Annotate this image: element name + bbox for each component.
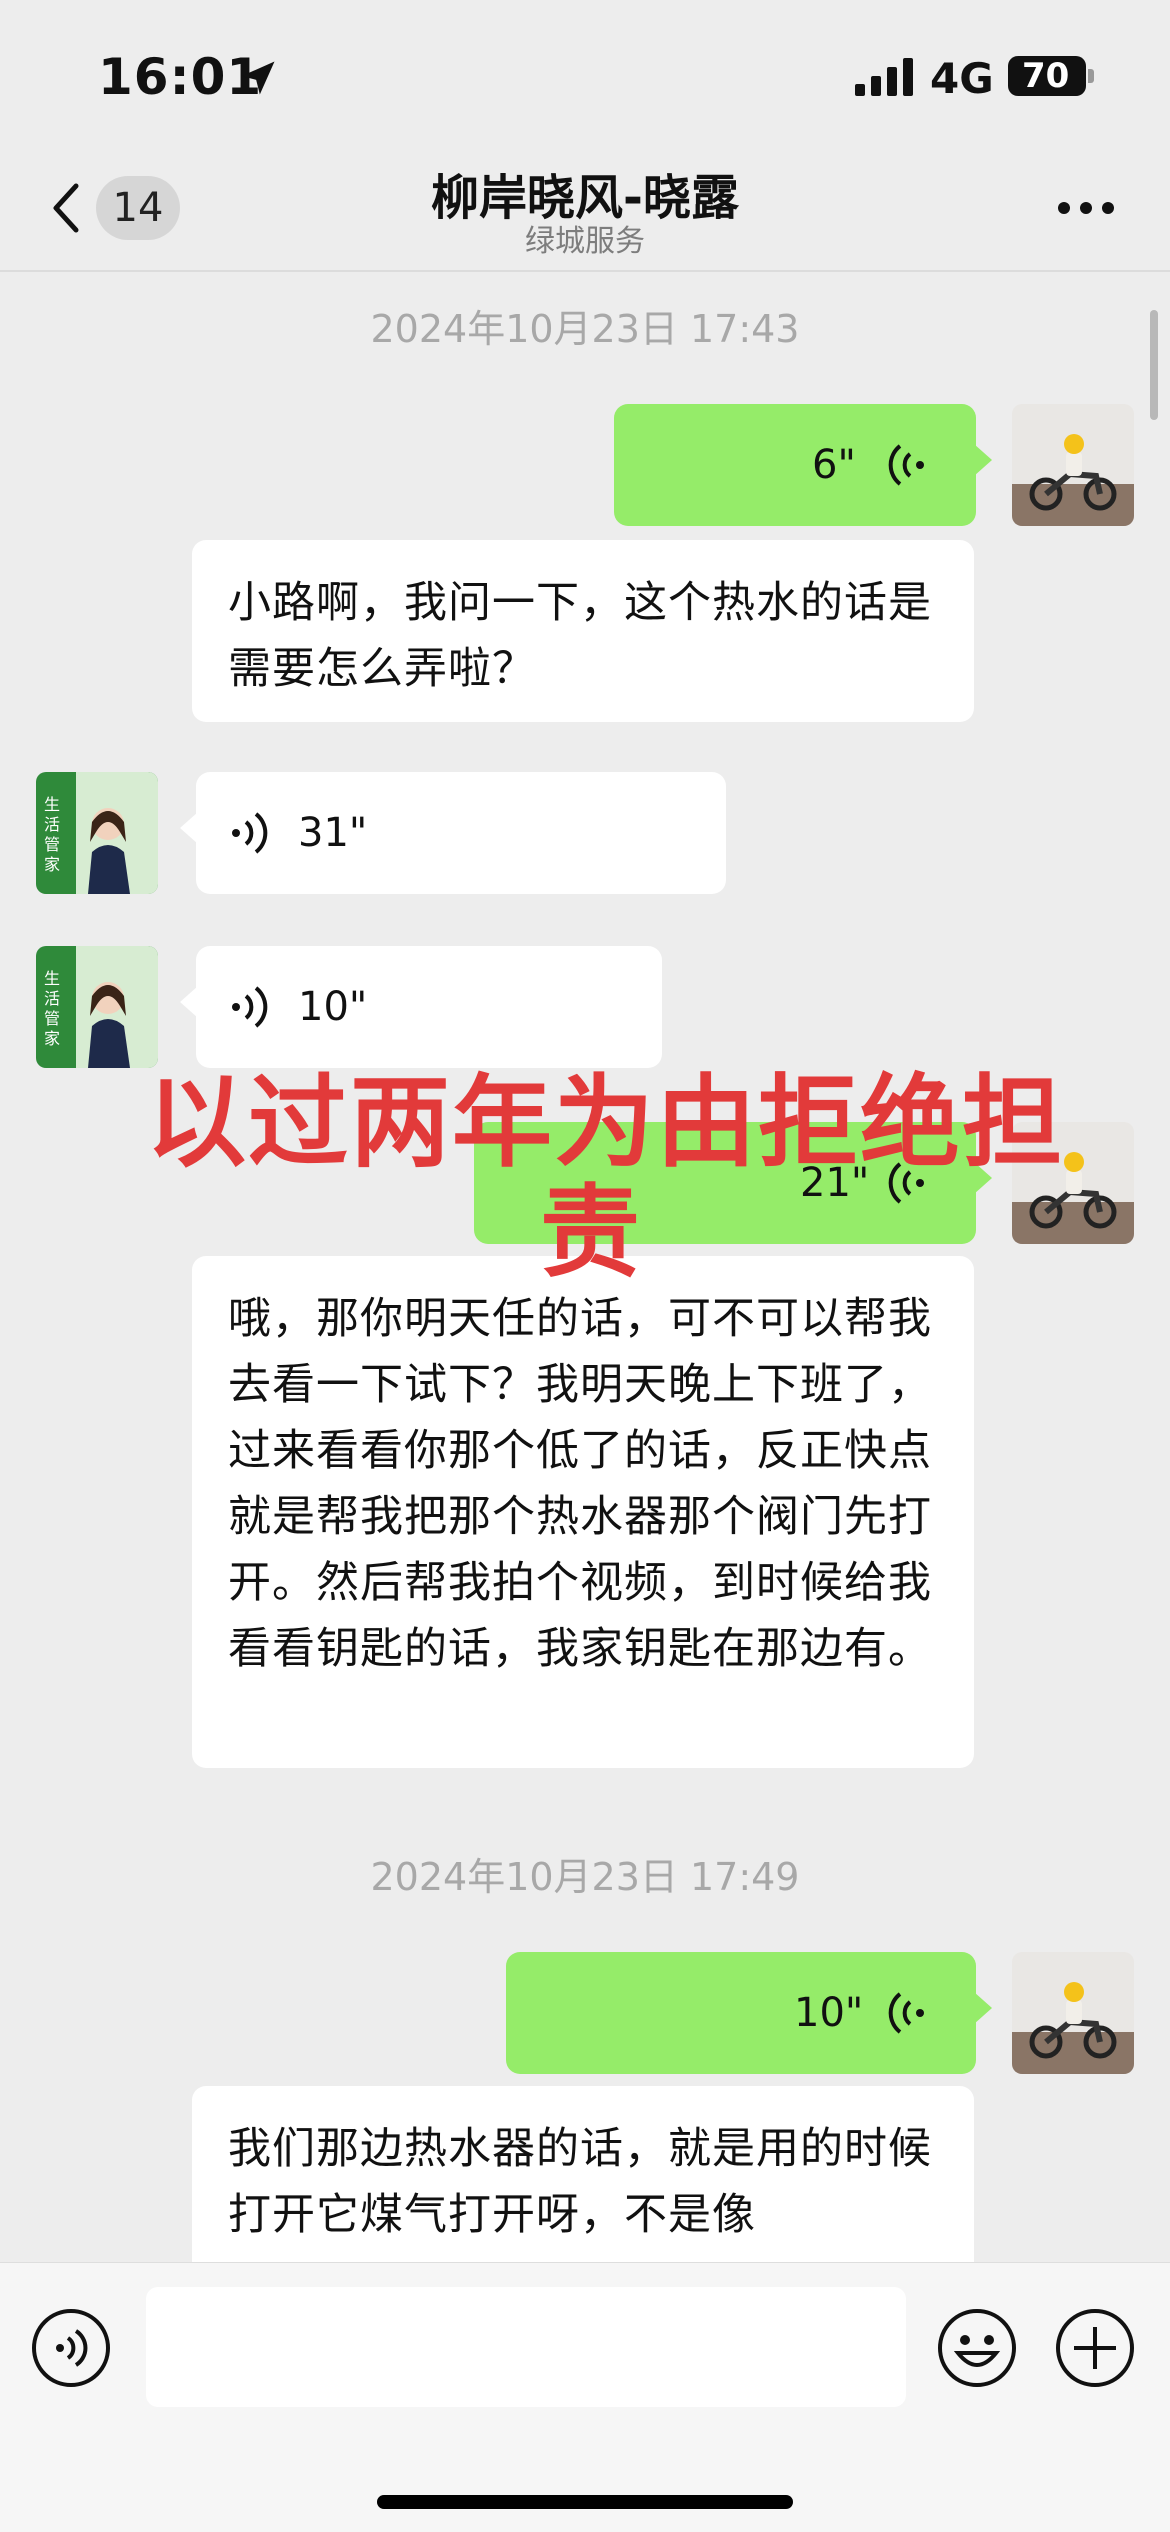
svg-text:家: 家 — [44, 1029, 60, 1048]
overlay-caption-line1: 以过两年为由拒绝担 — [146, 1064, 1064, 1181]
voice-wave-icon — [888, 1992, 924, 2034]
battery-tip — [1088, 69, 1094, 83]
emoji-icon[interactable] — [936, 2307, 1018, 2389]
voice-message-sent[interactable]: 6" — [614, 404, 992, 526]
voice-duration: 6" — [812, 442, 856, 488]
chat-header: 14 柳岸晓风-晓露 绿城服务 — [0, 150, 1170, 272]
plus-icon[interactable] — [1054, 2307, 1136, 2389]
svg-text:生: 生 — [44, 795, 60, 814]
status-bar: 16:01 4G 70 — [0, 0, 1170, 150]
svg-text:管: 管 — [44, 1009, 60, 1028]
my-avatar[interactable] — [1012, 404, 1134, 526]
voice-input-icon[interactable] — [30, 2307, 112, 2389]
voice-message-received[interactable]: 31" — [180, 772, 726, 894]
voice-message-received[interactable]: 10" — [180, 946, 662, 1068]
chat-subtitle: 绿城服务 — [525, 224, 645, 259]
battery-indicator: 70 — [1008, 56, 1086, 96]
voice-duration: 10" — [298, 984, 368, 1030]
overlay-caption-line2: 责 — [540, 1174, 642, 1291]
message-input[interactable] — [146, 2287, 906, 2407]
voice-wave-icon — [232, 986, 268, 1028]
network-type: 4G — [930, 54, 994, 103]
message-timestamp: 2024年10月23日 17:49 — [370, 1855, 800, 1899]
svg-text:活: 活 — [44, 815, 60, 834]
cellular-signal-icon — [855, 58, 913, 96]
voice-message-sent[interactable]: 10" — [506, 1952, 992, 2074]
voice-transcript: 小路啊，我问一下，这个热水的话是需要怎么弄啦？ — [192, 540, 974, 722]
voice-duration: 10" — [794, 1990, 864, 2036]
my-avatar[interactable] — [1012, 1952, 1134, 2074]
voice-transcript: 哦，那你明天任的话，可不可以帮我去看一下试下？我明天晚上下班了，过来看看你那个低… — [192, 1256, 974, 1768]
butler-avatar[interactable]: 生 活 管 家 — [36, 946, 158, 1068]
svg-text:家: 家 — [44, 855, 60, 874]
voice-wave-icon — [232, 812, 268, 854]
svg-text:管: 管 — [44, 835, 60, 854]
butler-avatar[interactable]: 生 活 管 家 — [36, 772, 158, 894]
voice-wave-icon — [888, 444, 924, 486]
svg-text:生: 生 — [44, 969, 60, 988]
more-dots-icon[interactable] — [1056, 200, 1116, 216]
voice-transcript: 我们那边热水器的话，就是用的时候打开它煤气打开呀，不是像 — [192, 2086, 974, 2276]
input-bar — [0, 2262, 1170, 2532]
home-indicator — [377, 2495, 793, 2509]
location-arrow-icon — [241, 61, 275, 95]
message-timestamp: 2024年10月23日 17:43 — [370, 307, 800, 351]
svg-text:活: 活 — [44, 989, 60, 1008]
voice-duration: 31" — [298, 810, 368, 856]
